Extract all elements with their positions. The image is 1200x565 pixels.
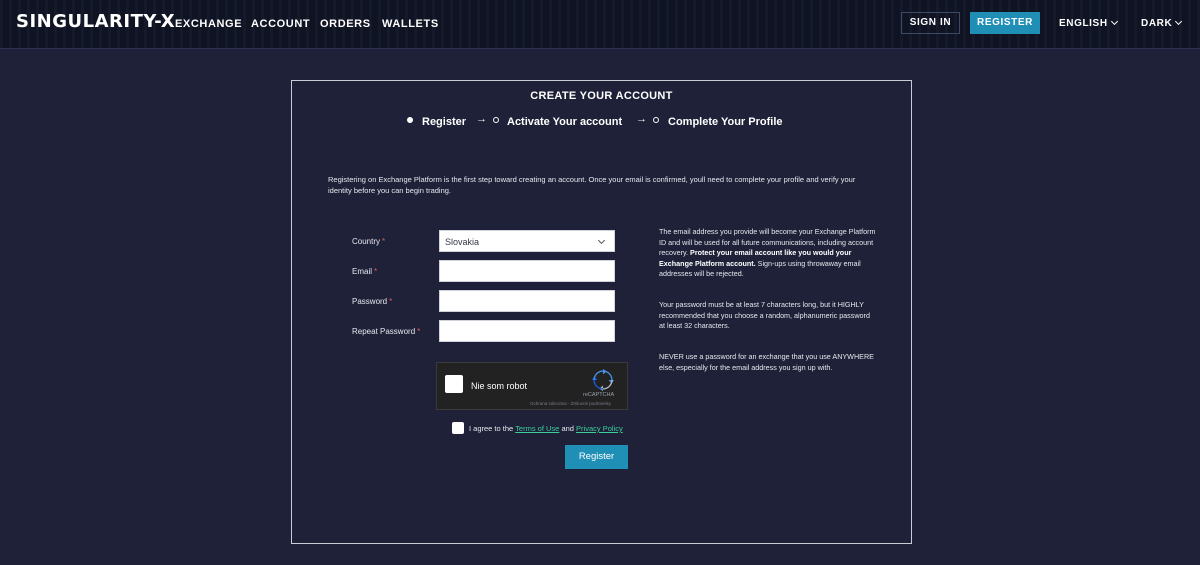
language-dropdown[interactable]: ENGLISH xyxy=(1059,17,1118,29)
logo[interactable]: SINGULARITY-X xyxy=(16,11,175,32)
password-reuse-note: NEVER use a password for an exchange tha… xyxy=(659,352,874,372)
theme-dropdown[interactable]: DARK xyxy=(1141,17,1183,29)
terms-of-use-link[interactable]: Terms of Use xyxy=(515,424,559,433)
recaptcha-label: Nie som robot xyxy=(471,381,528,391)
required-mark: * xyxy=(374,267,378,276)
country-select[interactable]: Slovakia xyxy=(439,230,615,252)
step-inactive-dot-icon xyxy=(493,117,499,123)
top-nav: SINGULARITY-X EXCHANGE ACCOUNT ORDERS WA… xyxy=(0,0,1200,49)
password-label-text: Password xyxy=(352,297,388,306)
country-label-text: Country xyxy=(352,237,381,246)
repeat-password-field[interactable] xyxy=(439,320,615,342)
agree-and: and xyxy=(561,424,574,433)
recaptcha-widget: Nie som robot reCAPTCHA Ochrana súkromia… xyxy=(436,362,628,410)
required-mark: * xyxy=(382,237,386,246)
password-label: Password * xyxy=(352,297,392,306)
sign-in-button[interactable]: SIGN IN xyxy=(901,12,960,34)
chevron-down-icon xyxy=(1110,17,1118,26)
arrow-right-icon: → xyxy=(636,113,647,125)
step-activate: Activate Your account xyxy=(507,116,623,128)
register-submit-button[interactable]: Register xyxy=(565,445,628,469)
chevron-down-icon xyxy=(1175,17,1183,26)
email-label-text: Email xyxy=(352,267,373,276)
privacy-policy-link[interactable]: Privacy Policy xyxy=(576,424,623,433)
nav-link-account[interactable]: ACCOUNT xyxy=(251,18,310,30)
language-label: ENGLISH xyxy=(1059,18,1108,29)
terms-agreement: I agree to the Terms of Use and Privacy … xyxy=(469,424,623,433)
recaptcha-brand: reCAPTCHA xyxy=(583,392,615,398)
nav-link-exchange[interactable]: EXCHANGE xyxy=(175,18,242,30)
register-nav-button[interactable]: REGISTER xyxy=(970,12,1040,34)
email-field[interactable] xyxy=(439,260,615,282)
step-complete-profile: Complete Your Profile xyxy=(668,116,783,128)
intro-text: Registering on Exchange Platform is the … xyxy=(328,175,856,195)
page-title: CREATE YOUR ACCOUNT xyxy=(530,90,673,102)
email-note: The email address you provide will becom… xyxy=(659,227,877,280)
arrow-right-icon: → xyxy=(476,113,487,125)
nav-link-wallets[interactable]: WALLETS xyxy=(382,18,439,30)
repeat-password-label: Repeat Password * xyxy=(352,327,420,336)
required-mark: * xyxy=(417,327,421,336)
recaptcha-checkbox[interactable] xyxy=(445,375,463,393)
theme-label: DARK xyxy=(1141,18,1173,29)
country-label: Country * xyxy=(352,237,385,246)
email-label: Email * xyxy=(352,267,377,276)
terms-checkbox[interactable] xyxy=(452,422,464,434)
chevron-down-icon xyxy=(597,236,606,245)
required-mark: * xyxy=(389,297,393,306)
step-inactive-dot-icon xyxy=(653,117,659,123)
recaptcha-links[interactable]: Ochrana súkromia - Zmluvné podmienky xyxy=(530,401,611,406)
password-note: Your password must be at least 7 charact… xyxy=(659,300,870,330)
step-register: Register xyxy=(422,116,467,128)
nav-link-orders[interactable]: ORDERS xyxy=(320,18,371,30)
country-select-value: Slovakia xyxy=(445,237,480,247)
repeat-password-label-text: Repeat Password xyxy=(352,327,416,336)
recaptcha-logo-icon xyxy=(592,369,614,391)
password-field[interactable] xyxy=(439,290,615,312)
step-active-dot-icon xyxy=(407,117,413,123)
create-account-card: CREATE YOUR ACCOUNT Register → Activate … xyxy=(291,80,912,544)
registration-steps: Register → Activate Your account → Compl… xyxy=(292,113,911,131)
agree-prefix: I agree to the xyxy=(469,424,514,433)
